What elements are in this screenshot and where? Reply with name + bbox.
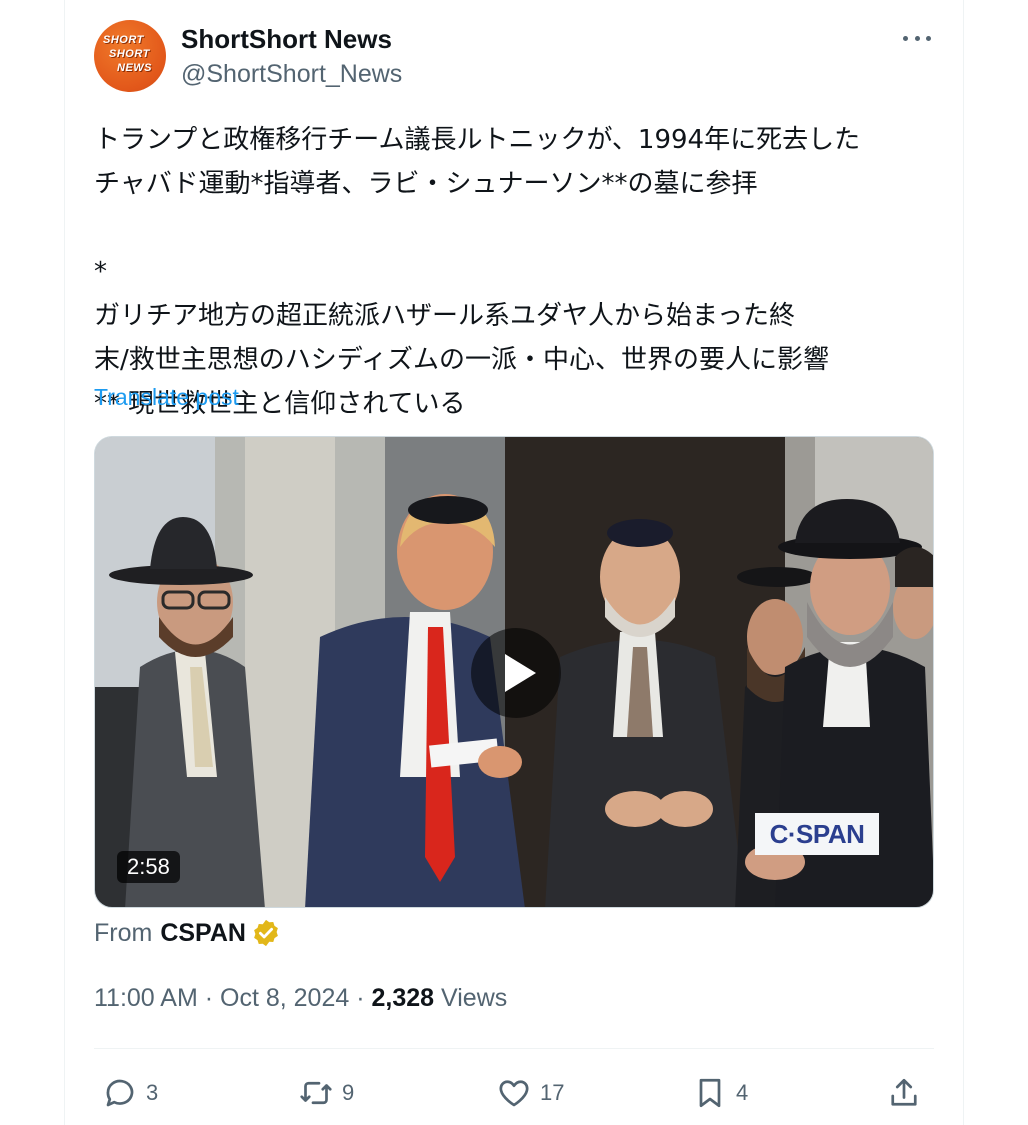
like-button[interactable]: 17 <box>496 1068 564 1118</box>
repost-count: 9 <box>342 1080 355 1105</box>
video-player[interactable]: 2:58 C·SPAN <box>94 436 934 908</box>
meta-separator: · <box>356 984 365 1012</box>
post-text: トランプと政権移行チーム議長ルトニックが、1994年に死去した チャバド運動*指… <box>94 118 934 426</box>
reply-icon <box>106 1079 134 1107</box>
reply-count: 3 <box>146 1080 159 1105</box>
post-time[interactable]: 11:00 AM <box>94 984 198 1012</box>
avatar[interactable]: SHORT SHORT NEWS <box>94 20 166 92</box>
bookmark-button[interactable]: 4 <box>692 1068 748 1118</box>
share-button[interactable] <box>886 1068 922 1118</box>
ukraine-flag-icon <box>113 259 149 283</box>
author-handle[interactable]: @ShortShort_News <box>181 60 402 89</box>
translate-post-link[interactable]: Translate post <box>94 384 239 411</box>
video-duration: 2:58 <box>117 851 180 883</box>
post-header: SHORT SHORT NEWS ShortShort News @ShortS… <box>94 20 934 94</box>
like-count: 17 <box>540 1080 565 1105</box>
author-display-name[interactable]: ShortShort News <box>181 24 392 55</box>
more-options-icon[interactable] <box>900 26 934 50</box>
meta-separator: · <box>204 984 214 1012</box>
media-source-row: From CSPAN <box>94 918 281 948</box>
views-label: Views <box>441 984 508 1012</box>
reply-button[interactable]: 3 <box>102 1068 158 1118</box>
timeline-border-left <box>64 0 65 1125</box>
repost-button[interactable]: 9 <box>298 1068 354 1118</box>
divider <box>94 1048 934 1049</box>
views-count: 2,328 <box>371 984 435 1012</box>
gold-verified-badge-icon <box>254 919 278 947</box>
bookmark-count: 4 <box>736 1080 749 1105</box>
cspan-watermark: C·SPAN <box>755 813 879 855</box>
heart-icon <box>499 1080 529 1107</box>
post-date[interactable]: Oct 8, 2024 <box>220 984 349 1012</box>
repost-icon <box>300 1081 332 1105</box>
post-text-line: チャバド運動*指導者、ラビ・シュナーソン**の墓に参拝 <box>94 169 758 199</box>
play-icon <box>504 654 536 692</box>
source-name[interactable]: CSPAN <box>160 919 246 948</box>
post-text-line: トランプと政権移行チーム議長ルトニックが、1994年に死去した <box>94 125 861 155</box>
from-label: From <box>94 918 153 947</box>
timeline-border-right <box>963 0 964 1125</box>
share-icon <box>891 1078 917 1106</box>
footnote-1-continued: 末/救世主思想のハシディズムの一派・中心、世界の要人に影響 <box>94 345 829 375</box>
footnote-1: * <box>94 250 934 294</box>
action-bar: 3 9 17 4 <box>94 1068 934 1118</box>
avatar-logo: SHORT SHORT NEWS <box>103 34 152 74</box>
bookmark-icon <box>699 1078 721 1108</box>
post-meta: 11:00 AM · Oct 8, 2024 · 2,328 Views <box>94 984 507 1013</box>
play-button[interactable] <box>471 628 561 718</box>
